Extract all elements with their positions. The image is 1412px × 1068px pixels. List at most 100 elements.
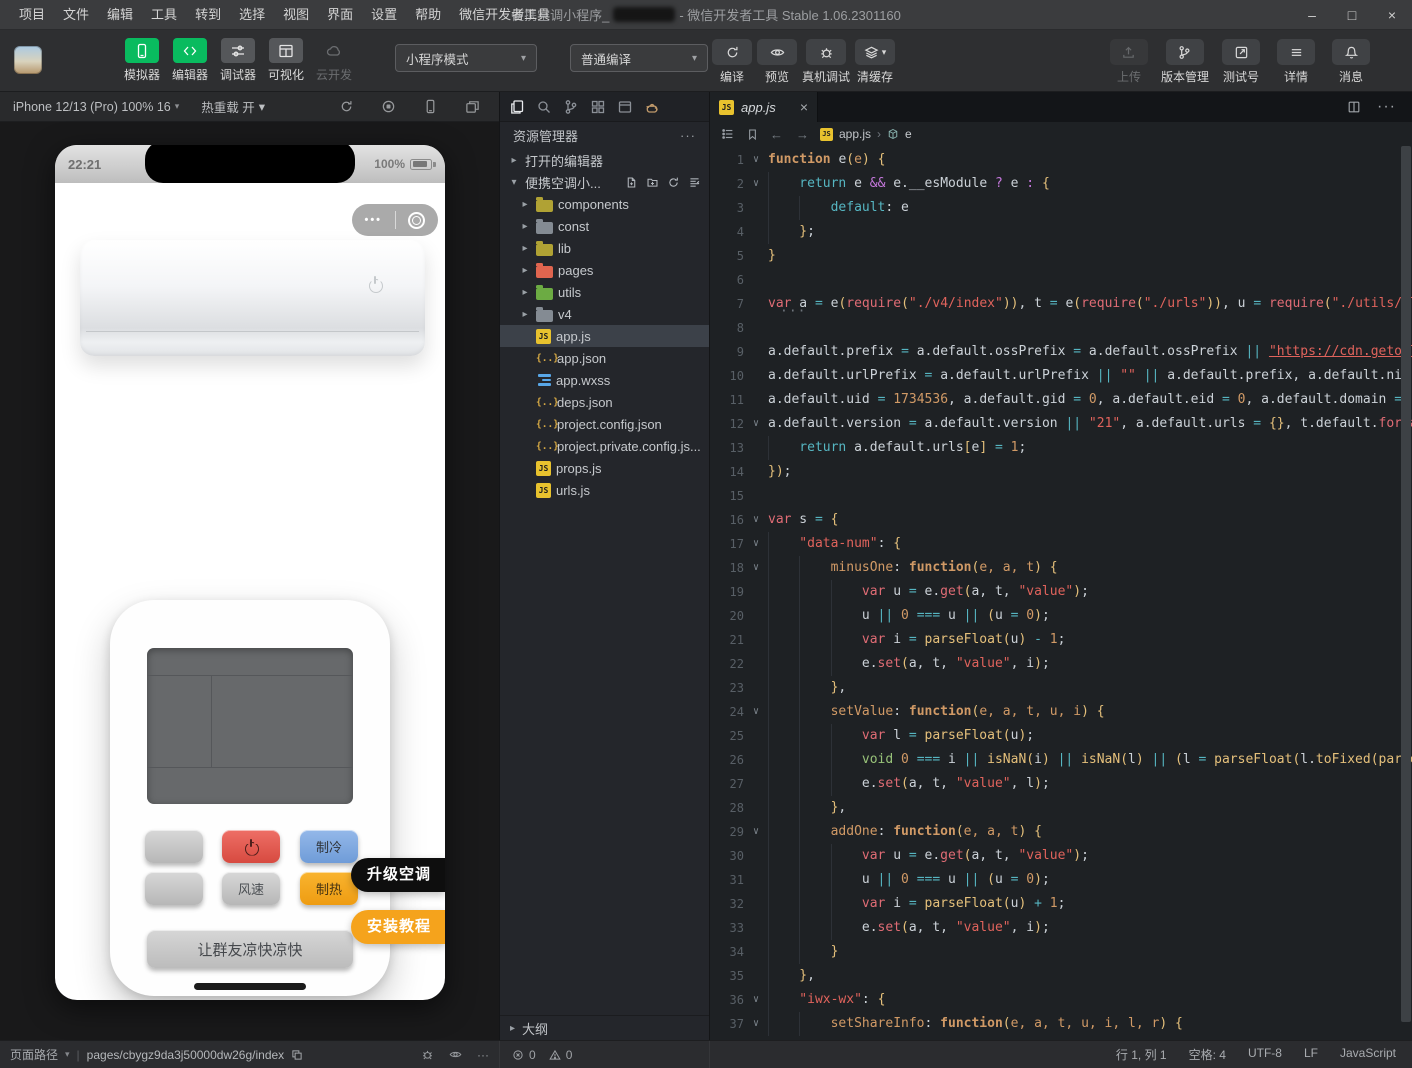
tree-folder-lib[interactable]: ▸lib xyxy=(500,237,709,259)
page-path-label[interactable]: 页面路径 xyxy=(10,1046,58,1063)
fold-chevron-icon[interactable]: ∨ xyxy=(744,700,768,724)
record-button[interactable] xyxy=(381,99,396,114)
code-area[interactable]: 1∨function e(e) {2∨return e && e.__esMod… xyxy=(710,146,1412,1040)
editor-more-button[interactable]: ··· xyxy=(1377,98,1396,116)
menu-item-文件[interactable]: 文件 xyxy=(54,0,98,30)
tree-section-open-editors[interactable]: ▸打开的编辑器 xyxy=(500,149,709,171)
tree-file-deps.json[interactable]: {..}deps.json xyxy=(500,391,709,413)
mode-button-editor[interactable]: 编辑器 xyxy=(166,38,214,83)
fold-chevron-icon[interactable]: ∨ xyxy=(744,412,768,436)
remote-wind-button[interactable]: 风速 xyxy=(222,872,280,905)
tree-file-project.config.json[interactable]: {..}project.config.json xyxy=(500,413,709,435)
menu-item-帮助[interactable]: 帮助 xyxy=(406,0,450,30)
remote-cool-button[interactable]: 制冷 xyxy=(300,830,358,863)
tree-file-app.js[interactable]: JSapp.js xyxy=(500,325,709,347)
tree-file-props.js[interactable]: JSprops.js xyxy=(500,457,709,479)
remote-blank-button-2[interactable] xyxy=(145,872,203,905)
more-icon[interactable]: ··· xyxy=(477,1048,489,1062)
capsule-close-button[interactable] xyxy=(396,212,439,229)
device-selector[interactable]: iPhone 12/13 (Pro) 100% 16 ▾ xyxy=(13,100,179,114)
collapse-icon[interactable] xyxy=(688,176,701,189)
menu-item-界面[interactable]: 界面 xyxy=(318,0,362,30)
device-frame-button[interactable] xyxy=(423,99,438,114)
tree-file-project.private.config.js...[interactable]: {..}project.private.config.js... xyxy=(500,435,709,457)
refresh-icon[interactable] xyxy=(667,176,680,189)
remote-blank-button-1[interactable] xyxy=(145,830,203,863)
menu-item-工具[interactable]: 工具 xyxy=(142,0,186,30)
tool-button-device-debug[interactable]: 真机调试 xyxy=(802,39,850,85)
avatar[interactable] xyxy=(14,46,42,74)
menu-item-项目[interactable]: 项目 xyxy=(10,0,54,30)
back-icon[interactable]: ← xyxy=(770,127,783,142)
language-mode[interactable]: JavaScript xyxy=(1340,1046,1396,1063)
breadcrumb-file[interactable]: app.js xyxy=(839,127,871,141)
statusbar-problems[interactable]: 0 0 xyxy=(500,1041,710,1068)
tool-button-compile[interactable]: 编译 xyxy=(712,39,752,85)
newfolder-icon[interactable] xyxy=(646,176,659,189)
fold-chevron-icon[interactable]: ∨ xyxy=(744,172,768,196)
tree-file-app.json[interactable]: {..}app.json xyxy=(500,347,709,369)
tool-button-version-manage[interactable]: 版本管理 xyxy=(1161,39,1209,85)
install-tutorial-pill[interactable]: 安装教程 xyxy=(351,910,445,944)
tool-button-preview[interactable]: 预览 xyxy=(757,39,797,85)
menu-item-转到[interactable]: 转到 xyxy=(186,0,230,30)
newfile-icon[interactable] xyxy=(625,176,638,189)
fold-chevron-icon[interactable]: ∨ xyxy=(744,988,768,1012)
remote-share-button[interactable]: 让群友凉快凉快 xyxy=(147,930,353,968)
tool-button-details[interactable]: 详情 xyxy=(1273,39,1319,85)
mode-button-visualization[interactable]: 可视化 xyxy=(262,38,310,83)
outline-section[interactable]: ▸ 大纲 xyxy=(500,1015,709,1040)
tool-button-test-account[interactable]: 测试号 xyxy=(1218,39,1264,85)
compile-mode-dropdown[interactable]: 普通编译 ▾ xyxy=(570,44,708,72)
tree-folder-utils[interactable]: ▸utils xyxy=(500,281,709,303)
rotate-button[interactable] xyxy=(339,99,354,114)
mode-button-simulator[interactable]: 模拟器 xyxy=(118,38,166,83)
tab-app-js[interactable]: JS app.js × xyxy=(710,92,818,122)
minimize-button[interactable]: – xyxy=(1292,0,1332,30)
menu-item-视图[interactable]: 视图 xyxy=(274,0,318,30)
mode-dropdown[interactable]: 小程序模式 ▾ xyxy=(395,44,537,72)
upgrade-ac-pill[interactable]: 升级空调 xyxy=(351,858,445,892)
remote-power-button[interactable] xyxy=(222,830,280,863)
forward-icon[interactable]: → xyxy=(796,127,809,142)
cursor-position[interactable]: 行 1, 列 1 xyxy=(1116,1046,1167,1063)
menu-item-设置[interactable]: 设置 xyxy=(362,0,406,30)
bookmark-icon[interactable] xyxy=(746,128,759,141)
tree-file-app.wxss[interactable]: app.wxss xyxy=(500,369,709,391)
close-icon[interactable]: × xyxy=(800,99,808,115)
multi-window-button[interactable] xyxy=(465,99,480,114)
tree-folder-pages[interactable]: ▸pages xyxy=(500,259,709,281)
tree-folder-const[interactable]: ▸const xyxy=(500,215,709,237)
menu-item-编辑[interactable]: 编辑 xyxy=(98,0,142,30)
fold-chevron-icon[interactable]: ∨ xyxy=(744,508,768,532)
tree-folder-v4[interactable]: ▸v4 xyxy=(500,303,709,325)
fold-chevron-icon[interactable]: ∨ xyxy=(744,820,768,844)
activity-search-icon[interactable] xyxy=(536,99,552,115)
indent-setting[interactable]: 空格: 4 xyxy=(1189,1046,1226,1063)
activity-extensions-icon[interactable] xyxy=(590,99,606,115)
fold-chevron-icon[interactable]: ∨ xyxy=(744,556,768,580)
scrollbar-thumb[interactable] xyxy=(1401,146,1411,1022)
activity-window-icon[interactable] xyxy=(617,99,633,115)
split-editor-icon[interactable] xyxy=(1347,100,1361,114)
hot-reload-toggle[interactable]: 热重载 开 ▾ xyxy=(201,97,265,116)
encoding[interactable]: UTF-8 xyxy=(1248,1046,1282,1063)
fold-chevron-icon[interactable]: ∨ xyxy=(744,532,768,556)
activity-files-icon[interactable] xyxy=(509,99,525,115)
capsule-more-button[interactable]: ••• xyxy=(352,214,395,226)
menu-item-微信开发者工具[interactable]: 微信开发者工具 xyxy=(450,0,559,30)
eol-setting[interactable]: LF xyxy=(1304,1046,1318,1063)
breadcrumb-symbol[interactable]: e xyxy=(905,127,912,141)
maximize-button[interactable]: □ xyxy=(1332,0,1372,30)
mode-button-debugger[interactable]: 调试器 xyxy=(214,38,262,83)
editor-scrollbar[interactable] xyxy=(1400,146,1412,1040)
menu-item-选择[interactable]: 选择 xyxy=(230,0,274,30)
activity-debug-tool-icon[interactable] xyxy=(644,99,660,115)
tool-button-messages[interactable]: 消息 xyxy=(1328,39,1374,85)
tree-folder-components[interactable]: ▸components xyxy=(500,193,709,215)
copy-path-icon[interactable] xyxy=(291,1049,303,1061)
tool-button-clear-cache[interactable]: ▾清缓存 xyxy=(855,39,895,85)
fold-chevron-icon[interactable]: ∨ xyxy=(744,1012,768,1036)
tree-section-project-root[interactable]: ▾便携空调小... xyxy=(500,171,709,193)
tree-file-urls.js[interactable]: JSurls.js xyxy=(500,479,709,501)
